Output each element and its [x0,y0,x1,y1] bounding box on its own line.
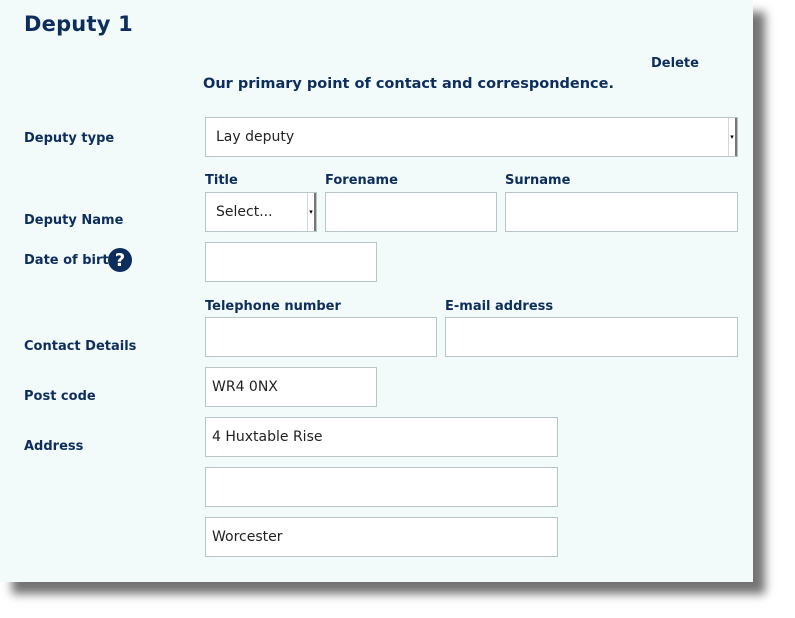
post-code-label: Post code [24,389,96,404]
telephone-input[interactable] [205,317,437,357]
contact-details-label: Contact Details [24,339,137,354]
surname-label: Surname [505,173,571,188]
surname-input[interactable] [505,192,738,232]
date-of-birth-input[interactable] [205,242,377,282]
telephone-label: Telephone number [205,299,341,314]
email-input[interactable] [445,317,738,357]
address-label: Address [24,439,84,454]
email-label: E-mail address [445,299,554,314]
date-of-birth-label: Date of birth [24,253,118,268]
deputy-type-selected-value: Lay deputy [216,129,295,145]
title-select[interactable]: Select... ▾ [205,192,317,232]
title-selected-value: Select... [216,204,273,220]
deputy-form-panel: Deputy 1 Delete Our primary point of con… [0,0,753,582]
address-line-1-input[interactable]: 4 Huxtable Rise [205,417,558,457]
forename-label: Forename [325,173,398,188]
dropdown-arrow-icon: ▾ [728,118,737,156]
form-subtitle: Our primary point of contact and corresp… [203,76,614,92]
deputy-name-label: Deputy Name [24,213,124,228]
post-code-input[interactable]: WR4 0NX [205,367,377,407]
forename-input[interactable] [325,192,497,232]
deputy-type-select[interactable]: Lay deputy ▾ [205,117,738,157]
deputy-type-label: Deputy type [24,131,115,146]
address-line-3-input[interactable]: Worcester [205,517,558,557]
address-line-2-input[interactable] [205,467,558,507]
delete-link[interactable]: Delete [651,56,699,71]
dropdown-arrow-icon: ▾ [307,193,316,231]
help-icon[interactable]: ? [108,248,132,272]
page-title: Deputy 1 [24,12,133,36]
title-label: Title [205,173,238,188]
